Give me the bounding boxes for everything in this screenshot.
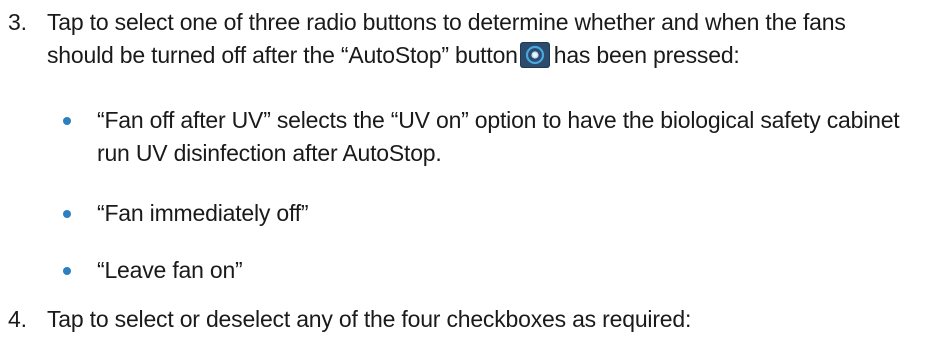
list-item-text: “Leave fan on” xyxy=(97,254,932,287)
step-3-text: Tap to select one of three radio buttons… xyxy=(47,6,927,72)
list-item-text: “Fan off after UV” selects the “UV on” o… xyxy=(97,104,932,170)
list-item-line: run UV disinfection after AutoStop. xyxy=(97,140,442,166)
step-4-line-1: Tap to select or deselect any of the fou… xyxy=(47,306,692,332)
step-3-line-2-start: should be turned off after the “AutoStop… xyxy=(47,42,518,68)
list-item: “Leave fan on” xyxy=(0,254,938,287)
step-3-line-1: Tap to select one of three radio buttons… xyxy=(47,9,846,35)
bullet-dot-icon xyxy=(63,210,71,218)
step-3: 3. Tap to select one of three radio butt… xyxy=(0,6,938,76)
list-item-line: “Leave fan on” xyxy=(97,257,243,283)
step-4: 4. Tap to select or deselect any of the … xyxy=(0,303,938,336)
list-item: “Fan immediately off” xyxy=(0,197,938,230)
step-4-text: Tap to select or deselect any of the fou… xyxy=(47,303,927,336)
list-item-line: “Fan off after UV” selects the “UV on” o… xyxy=(97,107,900,133)
document-page: 3. Tap to select one of three radio butt… xyxy=(0,0,938,340)
list-item: “Fan off after UV” selects the “UV on” o… xyxy=(0,104,938,170)
autostop-button-icon xyxy=(519,42,550,68)
bullet-dot-icon xyxy=(63,117,71,125)
step-number: 3. xyxy=(8,9,27,35)
list-item-line: “Fan immediately off” xyxy=(97,200,309,226)
step-number: 4. xyxy=(8,306,27,332)
step-3-line-2: should be turned off after the “AutoStop… xyxy=(47,39,927,72)
list-item-text: “Fan immediately off” xyxy=(97,197,932,230)
bullet-dot-icon xyxy=(63,267,71,275)
step-3-line-2-end: has been pressed: xyxy=(553,42,740,68)
